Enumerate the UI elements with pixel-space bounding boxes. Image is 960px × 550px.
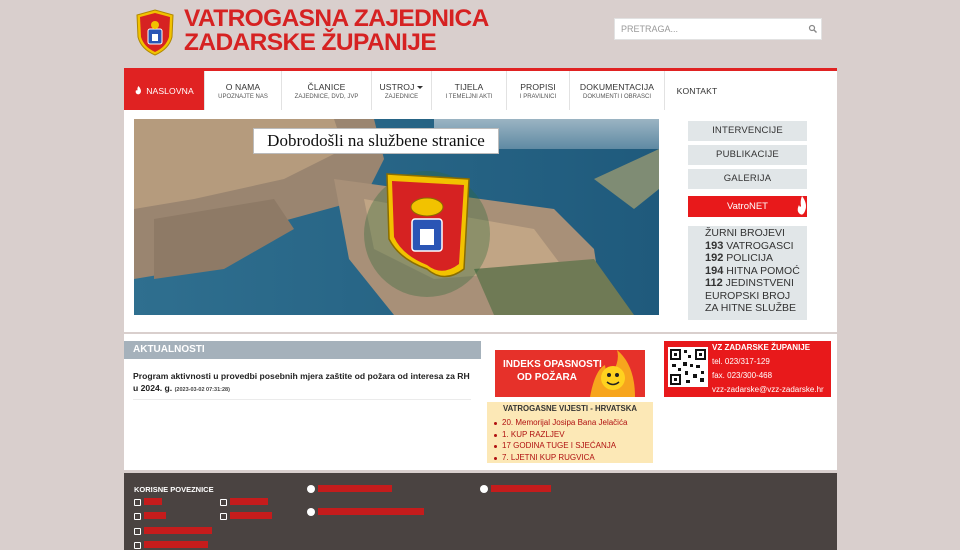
nav-item-propisi[interactable]: PROPISI I PRAVILNICI (507, 71, 570, 110)
site-title-line2: ZADARSKE ŽUPANIJE (184, 29, 437, 56)
nav-sublabel: ZAJEDNICE (384, 93, 419, 100)
footer-link[interactable] (144, 527, 212, 534)
fire-index-line1: INDEKS OPASNOSTI (503, 359, 602, 370)
footer-link[interactable] (318, 508, 424, 515)
vatronet-label: VatroNET (726, 201, 768, 212)
external-link-icon (220, 499, 227, 506)
footer-link[interactable] (144, 512, 166, 519)
emergency-row: 193 VATROGASCI (705, 240, 807, 253)
contact-tel: tel. 023/317-129 (712, 357, 770, 366)
bullet-icon (494, 457, 497, 460)
news-item-date: (2023-03-02 07:31:28) (174, 386, 230, 393)
flame-icon (797, 196, 806, 215)
emergency-label: POLICIJA (726, 252, 773, 264)
fire-index-line2: OD POŽARA (517, 370, 577, 383)
nav-label: NASLOVNA (146, 85, 194, 96)
emergency-label: JEDINSTVENI (725, 277, 794, 289)
nav-label: DOKUMENTACIJA (579, 81, 655, 92)
news-feed-item[interactable]: 20. Memorijal Josipa Bana Jelačića (502, 418, 627, 427)
nav-sublabel: ZAJEDNICE, DVD, JVP (294, 93, 359, 100)
emergency-row: 112 JEDINSTVENI (705, 277, 807, 290)
external-link-icon (134, 499, 141, 506)
contact-fax: fax. 023/300-468 (712, 371, 773, 380)
qr-code (668, 347, 708, 387)
footer-link[interactable] (318, 485, 392, 492)
external-link-icon (134, 542, 141, 549)
emergency-row: 194 HITNA POMOĆ (705, 265, 807, 278)
fire-index-banner[interactable]: INDEKS OPASNOSTI OD POŽARA (495, 350, 645, 397)
bullet-icon (494, 422, 497, 425)
emergency-numbers: ŽURNI BROJEVI 193 VATROGASCI 192 POLICIJ… (688, 226, 807, 320)
nav-item-dokumentacija[interactable]: DOKUMENTACIJA DOKUMENTI I OBRASCI (570, 71, 665, 110)
emergency-label: VATROGASCI (726, 239, 794, 252)
nav-label: KONTAKT (676, 85, 718, 96)
contact-email[interactable]: vzz-zadarske@vzz-zadarske.hr (712, 385, 824, 394)
search-input[interactable]: PRETRAGA... (614, 18, 822, 40)
nav-sublabel: I PRAVILNICI (519, 93, 557, 100)
divider (133, 399, 471, 400)
nav-item-naslovna[interactable]: NASLOVNA (124, 71, 205, 110)
flame-icon (135, 86, 142, 95)
footer-link[interactable] (491, 485, 551, 492)
nav-item-tijela[interactable]: TIJELA I TEMELJNI AKTI (432, 71, 507, 110)
emergency-number: 193 (705, 239, 724, 252)
footer-link[interactable] (144, 498, 162, 505)
news-item-link[interactable]: Program aktivnosti u provedbi posebnih m… (133, 371, 473, 396)
site-title-line1: VATROGASNA ZAJEDNICA (184, 5, 489, 32)
nav-item-ustroj[interactable]: USTROJ ZAJEDNICE (372, 71, 432, 110)
footer-link[interactable] (230, 512, 272, 519)
chevron-right-icon (307, 485, 315, 493)
footer-link[interactable] (230, 498, 268, 505)
nav-sublabel: I TEMELJNI AKTI (445, 93, 493, 100)
news-heading: AKTUALNOSTI (124, 341, 481, 359)
hero-welcome-text: Dobrodošli na službene stranice (253, 128, 499, 154)
emergency-number: 112 (705, 277, 723, 289)
nav-item-o-nama[interactable]: O NAMA UPOZNAJTE NAS (205, 71, 282, 110)
external-link-icon (220, 513, 227, 520)
news-feed-item[interactable]: 17 GODINA TUGE I SJEĆANJA (502, 441, 616, 450)
emergency-extra: EUROPSKI BROJ (705, 289, 791, 302)
emergency-extra: ZA HITNE SLUŽBE (705, 302, 797, 314)
caret-down-icon (417, 85, 424, 89)
search-icon[interactable] (807, 23, 819, 35)
nav-label: ČLANICE (307, 81, 346, 92)
chevron-right-icon (480, 485, 488, 493)
external-link-icon (134, 513, 141, 520)
nav-item-kontakt[interactable]: KONTAKT (665, 71, 729, 110)
emergency-number: 194 (705, 264, 724, 277)
news-feed-item[interactable]: 1. KUP RAZLJEV (502, 430, 565, 439)
nav-label: TIJELA (454, 81, 484, 92)
nav-item-clanice[interactable]: ČLANICE ZAJEDNICE, DVD, JVP (282, 71, 372, 110)
bullet-icon (494, 445, 497, 448)
main-nav: NASLOVNA O NAMA UPOZNAJTE NAS ČLANICE ZA… (124, 68, 837, 110)
footer-heading: KORISNE POVEZNICE (134, 485, 214, 494)
nav-label: PROPISI (520, 81, 556, 92)
nav-sublabel: UPOZNAJTE NAS (218, 93, 268, 100)
news-feed-title: VATROGASNE VIJESTI - HRVATSKA (502, 404, 637, 413)
nav-label: O NAMA (225, 81, 261, 92)
logo-badge[interactable] (135, 9, 175, 56)
site-title[interactable]: VATROGASNA ZAJEDNICA ZADARSKE ŽUPANIJE (184, 5, 489, 56)
emergency-label: HITNA POMOĆ (726, 264, 800, 277)
nav-label: USTROJ (379, 81, 415, 92)
contact-name: VZ ZADARSKE ŽUPANIJE (712, 343, 811, 352)
publikacije-button[interactable]: PUBLIKACIJE (688, 145, 807, 165)
intervencije-button[interactable]: INTERVENCIJE (688, 121, 807, 141)
news-feed-item[interactable]: 7. LJETNI KUP RUGVICA (502, 453, 595, 462)
vatronet-button[interactable]: VatroNET (688, 196, 807, 217)
external-link-icon (134, 528, 141, 535)
chevron-right-icon (307, 508, 315, 516)
footer-link[interactable] (144, 541, 208, 548)
emergency-row: 192 POLICIJA (705, 252, 807, 265)
bullet-icon (494, 434, 497, 437)
nav-sublabel: DOKUMENTI I OBRASCI (582, 93, 651, 100)
emergency-title: ŽURNI BROJEVI (705, 227, 785, 239)
galerija-button[interactable]: GALERIJA (688, 169, 807, 189)
emergency-number: 192 (705, 252, 724, 264)
